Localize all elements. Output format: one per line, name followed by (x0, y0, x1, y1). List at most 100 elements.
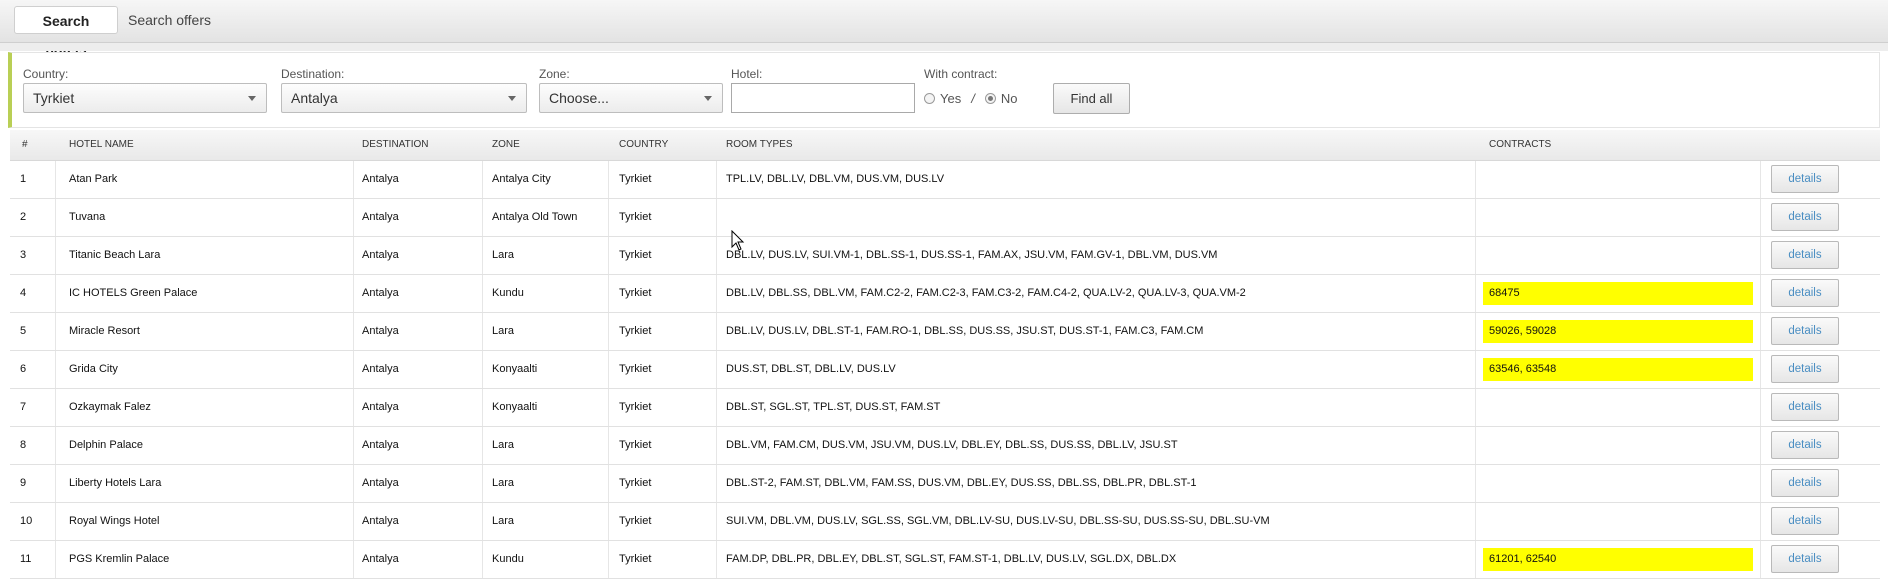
cell-country: Tyrkiet (619, 173, 652, 185)
column-divider (55, 503, 56, 540)
column-divider (1760, 237, 1761, 274)
details-button[interactable]: details (1771, 165, 1839, 193)
contract-yes-label: Yes (940, 91, 962, 106)
cell-destination: Antalya (362, 515, 399, 527)
cell-num: 4 (20, 287, 27, 299)
column-divider (1760, 351, 1761, 388)
table-body: 1 Atan Park Antalya Antalya City Tyrkiet TPL.… (10, 161, 1880, 579)
header-num: # (22, 139, 28, 150)
column-divider (716, 237, 717, 274)
table-row: 9 Liberty Hotels Lara Antalya Lara Tyrkiet DB… (10, 465, 1880, 503)
cell-country: Tyrkiet (619, 211, 652, 223)
cell-hotel-name: Royal Wings Hotel (69, 515, 160, 527)
table-row: 2 Tuvana Antalya Antalya Old Town Tyrkiet det… (10, 199, 1880, 237)
details-button[interactable]: details (1771, 393, 1839, 421)
cell-zone: Lara (492, 439, 515, 451)
contract-separator: / (971, 91, 975, 106)
table-row: 10 Royal Wings Hotel Antalya Lara Tyrkiet SUI… (10, 503, 1880, 541)
cell-zone: Lara (492, 325, 515, 337)
contract-no-label: No (1000, 91, 1018, 106)
column-divider (716, 161, 717, 198)
cell-room-types: DBL.LV, DBL.SS, DBL.VM, FAM.C2-2, FAM.C2… (726, 287, 1246, 299)
column-divider (1760, 161, 1761, 198)
tab-search-offers[interactable]: Search offers (122, 6, 217, 34)
tab-search-hotels[interactable]: Search hotels (14, 6, 118, 57)
cell-contracts: 63546, 63548 (1483, 358, 1753, 381)
column-divider (1760, 275, 1761, 312)
details-button[interactable]: details (1771, 279, 1839, 307)
cell-zone: Kundu (492, 553, 524, 565)
column-divider (482, 427, 483, 464)
with-contract-options: Yes / No (924, 91, 1017, 106)
cell-hotel-name: Grida City (69, 363, 118, 375)
contract-no-radio[interactable] (984, 93, 996, 104)
cell-country: Tyrkiet (619, 439, 652, 451)
column-divider (55, 541, 56, 578)
cell-hotel-name: PGS Kremlin Palace (69, 553, 170, 565)
column-divider (55, 199, 56, 236)
cell-contracts: 61201, 62540 (1483, 548, 1753, 571)
details-button[interactable]: details (1771, 469, 1839, 497)
column-divider (1760, 427, 1761, 464)
cell-zone: Antalya Old Town (492, 211, 578, 223)
table-row: 11 PGS Kremlin Palace Antalya Kundu Tyrkiet F… (10, 541, 1880, 579)
table-row: 3 Titanic Beach Lara Antalya Lara Tyrkiet DBL… (10, 237, 1880, 275)
column-divider (55, 237, 56, 274)
details-button[interactable]: details (1771, 317, 1839, 345)
zone-select[interactable]: Choose... (539, 83, 723, 113)
column-divider (1760, 313, 1761, 350)
table-row: 6 Grida City Antalya Konyaalti Tyrkiet DUS.ST… (10, 351, 1880, 389)
mouse-cursor-icon (731, 230, 745, 251)
cell-num: 8 (20, 439, 27, 451)
column-divider (55, 313, 56, 350)
cell-destination: Antalya (362, 211, 399, 223)
column-divider (716, 427, 717, 464)
details-button[interactable]: details (1771, 355, 1839, 383)
contract-yes-radio[interactable] (924, 93, 935, 104)
cell-room-types: DBL.VM, FAM.CM, DUS.VM, JSU.VM, DUS.LV, … (726, 439, 1178, 451)
table-row: 4 IC HOTELS Green Palace Antalya Kundu Tyrki… (10, 275, 1880, 313)
cell-country: Tyrkiet (619, 401, 652, 413)
cell-hotel-name: Liberty Hotels Lara (69, 477, 162, 489)
header-destination: DESTINATION (362, 139, 429, 150)
find-all-button[interactable]: Find all (1053, 83, 1130, 114)
header-room-types: ROOM TYPES (726, 139, 793, 150)
details-button[interactable]: details (1771, 241, 1839, 269)
divider-strip (0, 43, 1888, 51)
country-select[interactable]: Tyrkiet (23, 83, 267, 113)
destination-label: Destination: (281, 67, 345, 81)
column-divider (1760, 465, 1761, 502)
chevron-down-icon (704, 96, 712, 101)
details-button[interactable]: details (1771, 545, 1839, 573)
with-contract-label: With contract: (924, 67, 998, 81)
details-button[interactable]: details (1771, 507, 1839, 535)
cell-hotel-name: IC HOTELS Green Palace (69, 287, 198, 299)
header-hotel-name: HOTEL NAME (69, 139, 134, 150)
details-button[interactable]: details (1771, 203, 1839, 231)
cell-num: 10 (20, 515, 33, 527)
cell-num: 11 (20, 553, 32, 565)
hotel-input[interactable] (731, 83, 915, 113)
cell-destination: Antalya (362, 249, 399, 261)
column-divider (55, 351, 56, 388)
cell-room-types: TPL.LV, DBL.LV, DBL.VM, DUS.VM, DUS.LV (726, 173, 945, 185)
column-divider (55, 465, 56, 502)
column-divider (716, 351, 717, 388)
details-button[interactable]: details (1771, 431, 1839, 459)
cell-hotel-name: Tuvana (69, 211, 106, 223)
cell-destination: Antalya (362, 401, 399, 413)
tab-bar: Search hotels Search offers (0, 0, 1888, 57)
table-row: 5 Miracle Resort Antalya Lara Tyrkiet DBL.LV,… (10, 313, 1880, 351)
column-divider (482, 503, 483, 540)
column-divider (1760, 541, 1761, 578)
column-divider (482, 351, 483, 388)
cell-num: 3 (20, 249, 27, 261)
header-contracts: CONTRACTS (1489, 139, 1552, 150)
column-divider (55, 275, 56, 312)
destination-select[interactable]: Antalya (281, 83, 527, 113)
cell-num: 9 (20, 477, 27, 489)
cell-zone: Antalya City (492, 173, 551, 185)
cell-country: Tyrkiet (619, 515, 652, 527)
hotels-table: # HOTEL NAME DESTINATION ZONE COUNTRY RO… (10, 130, 1880, 579)
country-label: Country: (23, 67, 69, 81)
